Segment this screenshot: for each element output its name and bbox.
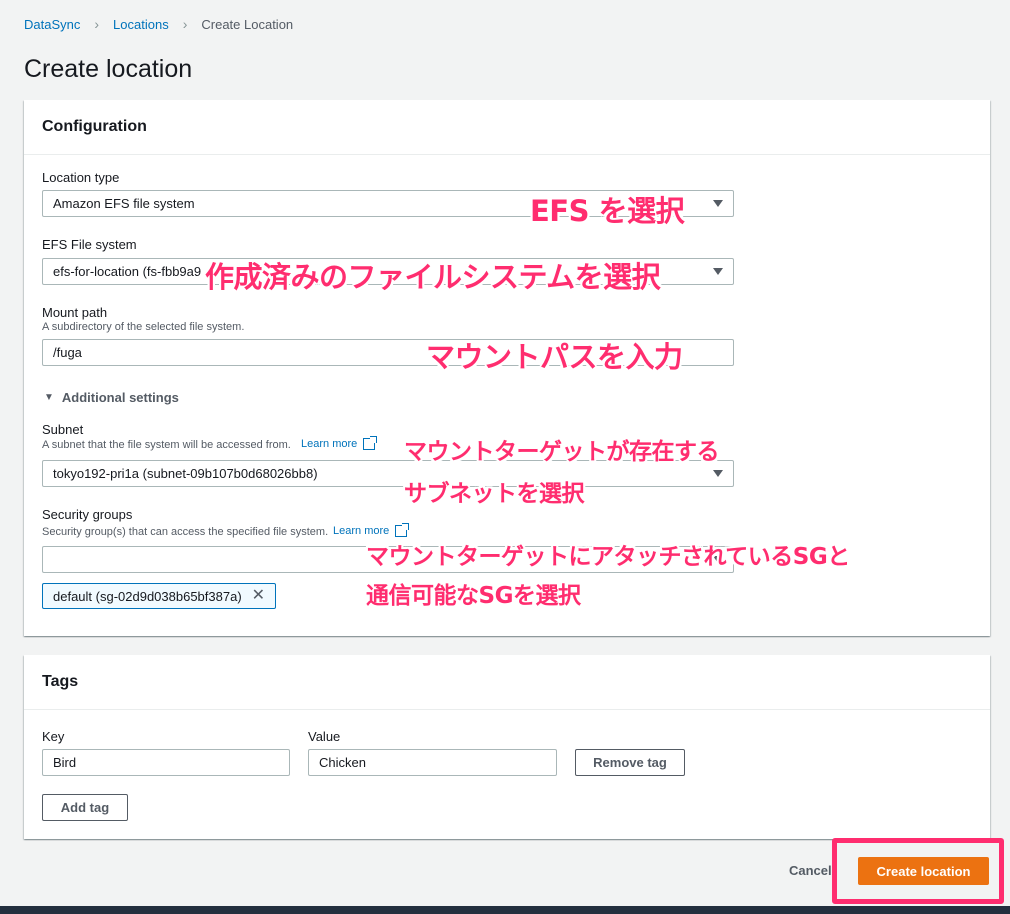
annotation-subnet-line2: サブネットを選択 [404,481,585,507]
annotation-filesystem: 作成済みのファイルシステムを選択 [205,260,661,294]
breadcrumb-locations[interactable]: Locations [113,17,169,32]
breadcrumb: DataSync › Locations › Create Location [24,16,293,32]
create-location-button[interactable]: Create location [858,857,989,885]
tag-key-input[interactable]: Bird [42,749,290,776]
annotation-efs: EFS を選択 [530,194,685,228]
additional-settings-toggle[interactable]: ▼ Additional settings [44,390,179,405]
breadcrumb-datasync[interactable]: DataSync [24,17,80,32]
location-type-label: Location type [42,170,120,185]
external-link-icon [395,523,410,537]
chevron-right-icon: › [94,16,100,32]
tags-header: Tags [24,655,990,710]
caret-down-icon [713,200,723,207]
footer-bar [0,906,1010,914]
chevron-right-icon: › [182,16,188,32]
tag-value-label: Value [308,729,341,744]
subnet-label: Subnet [42,422,84,437]
annotation-subnet-line1: マウントターゲットが存在する [404,439,720,465]
page-title: Create location [24,55,193,83]
location-type-value: Amazon EFS file system [53,196,195,211]
annotation-sg-line2: 通信可能なSGを選択 [366,583,581,609]
caret-down-icon [713,268,723,275]
efs-file-system-label: EFS File system [42,237,137,252]
tag-key-label: Key [42,729,65,744]
configuration-header: Configuration [24,100,990,155]
mount-path-value: /fuga [53,345,82,360]
efs-file-system-value: efs-for-location (fs-fbb9a9 [53,264,202,279]
add-tag-button[interactable]: Add tag [42,794,128,821]
external-link-icon [363,436,378,450]
annotation-sg-line1: マウントターゲットにアタッチされているSGと [366,544,850,570]
security-group-token: default (sg-02d9d038b65bf387a) ✕ [42,583,277,609]
security-groups-learn-more-label: Learn more [333,525,390,537]
mount-path-description: A subdirectory of the selected file syst… [42,321,245,333]
security-groups-description: Security group(s) that can access the sp… [42,526,329,538]
security-group-token-label: default (sg-02d9d038b65bf387a) [53,588,242,604]
breadcrumb-current: Create Location [201,16,294,32]
tag-key-value: Bird [53,755,77,770]
tags-panel: Tags [24,655,990,839]
mount-path-label: Mount path [42,305,108,320]
caret-down-icon: ▼ [44,392,54,403]
additional-settings-label: Additional settings [61,390,179,405]
cancel-button[interactable]: Cancel [789,863,832,878]
tag-value-value: Chicken [319,755,366,770]
security-groups-label: Security groups [42,507,133,522]
subnet-value: tokyo192-pri1a (subnet-09b107b0d68026bb8… [53,466,318,481]
security-groups-learn-more[interactable]: Learn more [333,523,410,537]
annotation-mountpath: マウントパスを入力 [426,340,683,374]
caret-down-icon [713,470,723,477]
remove-tag-button[interactable]: Remove tag [575,749,685,776]
tag-value-input[interactable]: Chicken [308,749,557,776]
subnet-learn-more-label: Learn more [301,438,358,450]
subnet-description: A subnet that the file system will be ac… [42,439,291,451]
close-icon[interactable]: ✕ [252,588,265,604]
subnet-learn-more[interactable]: Learn more [301,436,378,450]
